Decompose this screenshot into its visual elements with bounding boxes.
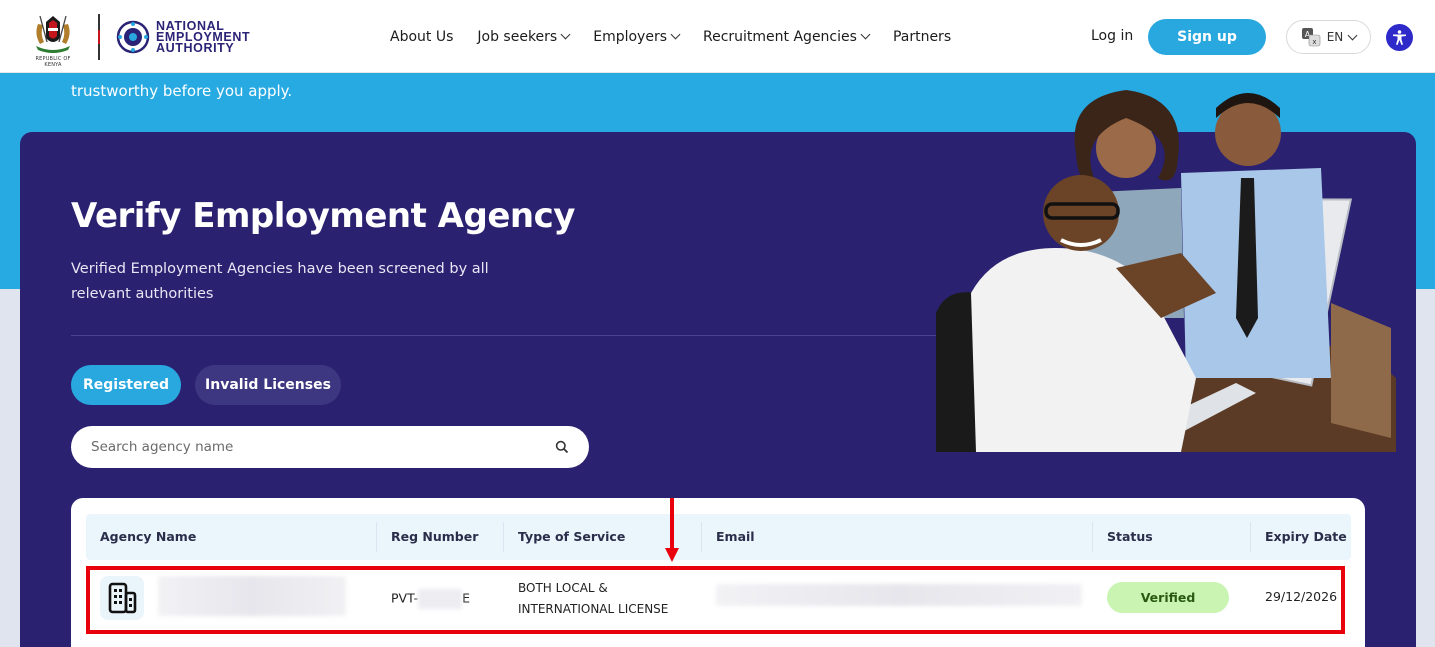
page-description: Verified Employment Agencies have been s… <box>71 261 489 302</box>
highlight-box <box>86 566 1345 634</box>
col-separator <box>503 522 504 552</box>
accessibility-icon <box>1393 30 1406 45</box>
language-code: EN <box>1326 30 1344 44</box>
signup-button[interactable]: Sign up <box>1148 19 1266 55</box>
hero-subtitle: trustworthy before you apply. <box>71 82 293 100</box>
coat-caption: REPUBLIC OF KENYA <box>35 56 71 68</box>
col-separator <box>1092 522 1093 552</box>
col-email[interactable]: Email <box>716 529 755 544</box>
nav-partners-label: Partners <box>892 28 952 45</box>
tab-invalid-licenses[interactable]: Invalid Licenses <box>195 365 341 405</box>
accessibility-button[interactable] <box>1386 24 1413 51</box>
logo-divider <box>98 14 100 60</box>
nav-about-us[interactable]: About Us <box>390 29 453 45</box>
kenya-coat-of-arms-icon: REPUBLIC OF KENYA <box>30 12 76 68</box>
col-agency-name[interactable]: Agency Name <box>100 529 196 544</box>
nav-job-seekers[interactable]: Job seekers <box>477 28 571 45</box>
svg-text:x: x <box>1312 38 1316 46</box>
nav-job-seekers-label: Job seekers <box>477 28 558 45</box>
annotation-arrow-line <box>670 498 674 550</box>
col-separator <box>1250 522 1251 552</box>
annotation-arrow-head <box>665 548 679 562</box>
site-header: REPUBLIC OF KENYA NATIONAL EMPLOYMENT AU… <box>0 0 1435 73</box>
chevron-down-icon <box>560 29 571 40</box>
logo[interactable]: REPUBLIC OF KENYA NATIONAL EMPLOYMENT AU… <box>30 12 250 68</box>
page-title: Verify Employment Agency <box>71 196 575 236</box>
search-icon[interactable] <box>555 440 569 454</box>
nav-employers[interactable]: Employers <box>593 28 681 45</box>
col-type-of-service[interactable]: Type of Service <box>518 529 625 544</box>
nav-partners[interactable]: Partners <box>893 29 951 45</box>
tab-registered[interactable]: Registered <box>71 365 181 405</box>
nav-about-us-label: About Us <box>390 28 454 45</box>
col-status[interactable]: Status <box>1107 529 1153 544</box>
nav-recruitment-agencies-label: Recruitment Agencies <box>703 28 857 45</box>
nav-recruitment-agencies[interactable]: Recruitment Agencies <box>703 28 871 45</box>
language-selector[interactable]: A x EN <box>1286 20 1371 54</box>
chevron-down-icon <box>670 29 681 40</box>
col-separator <box>376 522 377 552</box>
team-photo <box>936 90 1396 452</box>
col-expiry-date[interactable]: Expiry Date <box>1265 529 1347 544</box>
translate-icon: A x <box>1301 28 1321 47</box>
col-reg-number[interactable]: Reg Number <box>391 529 478 544</box>
chevron-down-icon <box>1347 30 1358 40</box>
col-separator <box>701 522 702 552</box>
login-link[interactable]: Log in <box>1091 28 1133 44</box>
main-nav: About Us Job seekers Employers Recruitme… <box>390 0 951 73</box>
nea-emblem-icon <box>116 20 150 54</box>
org-name-line3: AUTHORITY <box>156 40 235 55</box>
org-name: NATIONAL EMPLOYMENT AUTHORITY <box>156 19 250 55</box>
search-input[interactable] <box>91 439 555 455</box>
nav-employers-label: Employers <box>593 28 667 45</box>
section-divider <box>71 335 951 336</box>
search-bar <box>71 426 589 468</box>
chevron-down-icon <box>860 29 871 40</box>
